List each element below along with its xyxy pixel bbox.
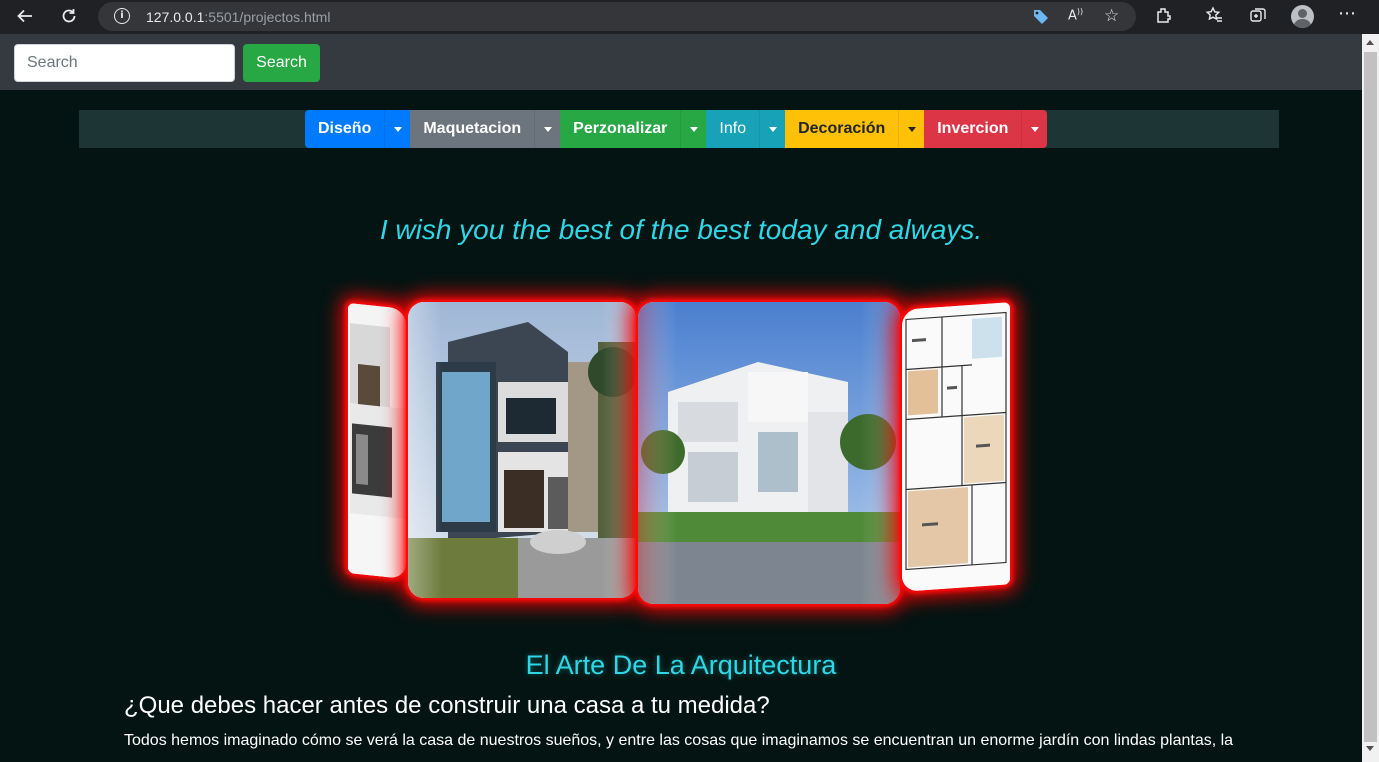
tagline: I wish you the best of the best today an… xyxy=(379,214,983,245)
scrollbar-thumb[interactable] xyxy=(1364,52,1377,742)
carousel-image-house-side[interactable] xyxy=(348,302,406,580)
menu-label[interactable]: Perzonalizar xyxy=(560,110,680,148)
menu-info[interactable]: Info xyxy=(706,110,786,148)
carousel-image-white-house[interactable] xyxy=(638,302,900,604)
carousel-image-modern-house[interactable] xyxy=(408,302,636,598)
menu-bar: Diseño Maquetacion Perzonalizar Info Dec… xyxy=(79,110,1279,148)
tag-icon[interactable] xyxy=(1032,8,1050,31)
menu-label[interactable]: Info xyxy=(706,110,759,148)
search-button[interactable]: Search xyxy=(243,44,320,82)
more-icon[interactable]: ⋯ xyxy=(1336,3,1358,24)
site-info-icon[interactable]: i xyxy=(114,8,130,24)
read-aloud-icon[interactable]: A)) xyxy=(1068,7,1083,23)
chevron-down-icon[interactable] xyxy=(1021,110,1047,148)
dropdown-menu-group: Diseño Maquetacion Perzonalizar Info Dec… xyxy=(305,110,1048,148)
favorite-add-icon[interactable]: ☆ xyxy=(1104,6,1119,26)
carousel-image-floor-plan[interactable] xyxy=(902,302,1010,592)
profile-icon[interactable] xyxy=(1291,5,1314,28)
chevron-down-icon[interactable] xyxy=(384,110,410,148)
url-text[interactable]: 127.0.0.1:5501/projectos.html xyxy=(146,9,330,25)
image-carousel[interactable] xyxy=(340,296,1018,612)
search-bar: Search xyxy=(0,34,1362,90)
chevron-down-icon[interactable] xyxy=(680,110,706,148)
chevron-down-icon[interactable] xyxy=(759,110,785,148)
favorites-icon[interactable] xyxy=(1203,6,1225,28)
search-input[interactable] xyxy=(14,44,235,82)
menu-decoracion[interactable]: Decoración xyxy=(785,110,925,148)
article-question: ¿Que debes hacer antes de construir una … xyxy=(124,692,770,719)
menu-label[interactable]: Maquetacion xyxy=(410,110,534,148)
menu-perzonalizar[interactable]: Perzonalizar xyxy=(560,110,707,148)
menu-maquetacion[interactable]: Maquetacion xyxy=(410,110,561,148)
chevron-down-icon[interactable] xyxy=(898,110,924,148)
reload-icon[interactable] xyxy=(58,5,80,27)
back-arrow-icon[interactable] xyxy=(14,5,36,27)
page-scrollbar[interactable] xyxy=(1362,34,1379,762)
menu-label[interactable]: Decoración xyxy=(785,110,898,148)
address-bar[interactable]: i 127.0.0.1:5501/projectos.html A)) ☆ xyxy=(98,2,1136,31)
browser-toolbar: i 127.0.0.1:5501/projectos.html A)) ☆ ⋯ xyxy=(0,0,1379,34)
menu-diseno[interactable]: Diseño xyxy=(305,110,411,148)
menu-invercion[interactable]: Invercion xyxy=(924,110,1048,148)
scroll-down-arrow-icon[interactable] xyxy=(1366,746,1374,751)
menu-label[interactable]: Diseño xyxy=(305,110,384,148)
scroll-up-arrow-icon[interactable] xyxy=(1366,40,1374,45)
section-heading: El Arte De La Arquitectura xyxy=(525,650,837,680)
extensions-icon[interactable] xyxy=(1153,6,1175,28)
article-paragraph: Todos hemos imaginado cómo se verá la ca… xyxy=(124,732,1234,749)
collections-icon[interactable] xyxy=(1247,6,1269,28)
menu-label[interactable]: Invercion xyxy=(924,110,1021,148)
chevron-down-icon[interactable] xyxy=(534,110,560,148)
